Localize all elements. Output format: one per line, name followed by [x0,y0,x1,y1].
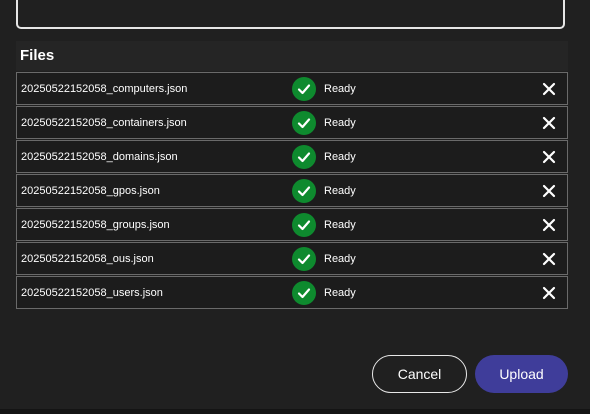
close-icon[interactable] [541,285,557,301]
file-row: 20250522152058_groups.json Ready [16,208,568,241]
close-icon[interactable] [541,115,557,131]
file-name: 20250522152058_groups.json [21,219,170,231]
close-icon[interactable] [541,81,557,97]
file-status: Ready [324,287,356,299]
check-circle-icon [292,77,316,101]
check-circle-icon [292,111,316,135]
file-status: Ready [324,219,356,231]
close-icon[interactable] [541,217,557,233]
cancel-button[interactable]: Cancel [372,355,467,393]
files-section-title: Files [16,41,568,71]
check-circle-icon [292,213,316,237]
check-circle-icon [292,281,316,305]
close-icon[interactable] [541,149,557,165]
close-icon[interactable] [541,251,557,267]
file-name: 20250522152058_ous.json [21,253,154,265]
file-list: 20250522152058_computers.json Ready 2025… [16,72,568,310]
file-name: 20250522152058_domains.json [21,151,178,163]
file-row: 20250522152058_ous.json Ready [16,242,568,275]
upload-dialog: Files 20250522152058_computers.json Read… [0,0,590,414]
file-status: Ready [324,151,356,163]
close-icon[interactable] [541,183,557,199]
file-name: 20250522152058_containers.json [21,117,187,129]
file-dropzone[interactable] [16,0,565,29]
footer-divider [0,409,590,414]
file-name: 20250522152058_gpos.json [21,185,160,197]
file-row: 20250522152058_gpos.json Ready [16,174,568,207]
file-status: Ready [324,117,356,129]
upload-button[interactable]: Upload [475,355,568,393]
file-status: Ready [324,83,356,95]
check-circle-icon [292,145,316,169]
check-circle-icon [292,179,316,203]
check-circle-icon [292,247,316,271]
file-name: 20250522152058_users.json [21,287,163,299]
file-row: 20250522152058_domains.json Ready [16,140,568,173]
file-status: Ready [324,185,356,197]
file-row: 20250522152058_containers.json Ready [16,106,568,139]
file-name: 20250522152058_computers.json [21,83,188,95]
file-status: Ready [324,253,356,265]
file-row: 20250522152058_computers.json Ready [16,72,568,105]
file-row: 20250522152058_users.json Ready [16,276,568,309]
